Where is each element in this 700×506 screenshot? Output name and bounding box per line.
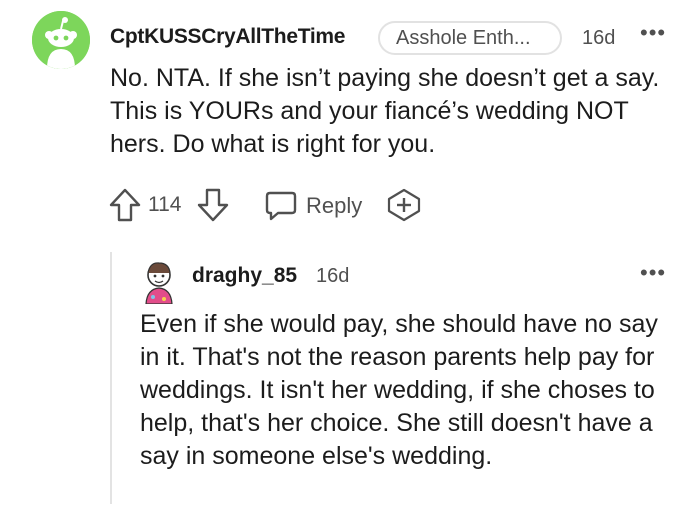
avatar-drawing-icon [145,262,173,305]
downvote-arrow-icon[interactable] [196,187,230,223]
comment-actions: 114 Reply [108,185,448,225]
reply-username[interactable]: draghy_85 [192,264,297,288]
comment-body: No. NTA. If she isn’t paying she doesn’t… [110,64,660,158]
snoo-avatar-icon [32,11,90,69]
reply-more-options-button[interactable]: ••• [640,260,666,286]
user-flair: Asshole Enth... [378,21,562,55]
reply-body: Even if she would pay, she should have n… [140,310,658,470]
award-plus-icon[interactable] [386,188,422,222]
comment-timestamp[interactable]: 16d [582,27,615,50]
reply-user-avatar[interactable] [142,260,176,305]
comment-username[interactable]: CptKUSSCryAllTheTime [110,25,345,49]
vote-score: 114 [148,193,182,216]
reply-comment: draghy_85 16d ••• Even if she would pay,… [112,252,700,506]
more-options-button[interactable]: ••• [640,20,666,46]
reply-label: Reply [306,193,363,218]
upvote-arrow-icon[interactable] [108,187,142,223]
reply-timestamp[interactable]: 16d [316,265,349,288]
speech-bubble-icon [264,190,298,222]
comment: CptKUSSCryAllTheTime Asshole Enth... 16d… [0,0,700,245]
user-avatar[interactable] [32,11,90,69]
reply-button[interactable]: Reply [264,185,364,225]
